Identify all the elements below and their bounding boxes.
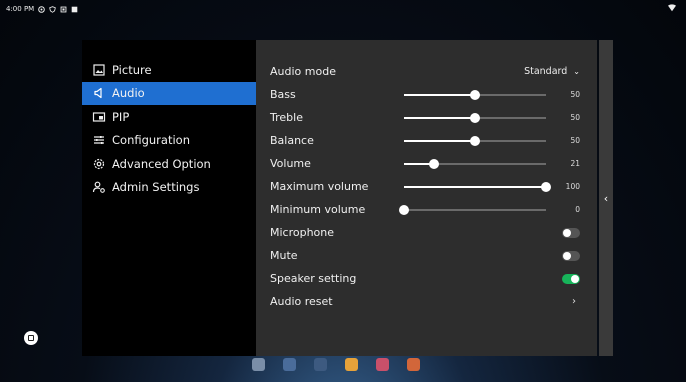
treble-slider[interactable] — [404, 112, 546, 123]
volume-value: 21 — [570, 159, 580, 168]
maximum-volume-label: Maximum volume — [270, 180, 369, 193]
chevron-down-icon: ⌄ — [573, 67, 580, 76]
apps-icon[interactable] — [376, 357, 389, 371]
slider-knob[interactable] — [470, 135, 480, 146]
slider-knob[interactable] — [399, 204, 409, 215]
volume-label: Volume — [270, 157, 311, 170]
mute-label: Mute — [270, 249, 298, 262]
minimum-volume-label: Minimum volume — [270, 203, 366, 216]
chevron-right-icon: › — [572, 296, 576, 307]
minimum-volume-row: Minimum volume 0 — [270, 198, 580, 221]
settings-app-icon[interactable] — [314, 357, 327, 371]
files-app-icon[interactable] — [283, 357, 296, 371]
wifi-icon — [668, 4, 676, 12]
status-time: 4:00 PM — [6, 5, 35, 13]
treble-label: Treble — [270, 111, 303, 124]
status-bar: 4:00 PM — [0, 0, 686, 18]
settings-panel: Picture Audio PIP Configuration Advanced… — [82, 40, 613, 356]
maximum-volume-row: Maximum volume 100 — [270, 175, 580, 198]
audio-mode-value: Standard — [524, 66, 568, 77]
treble-value: 50 — [570, 113, 580, 122]
menu-item-advanced-option[interactable]: Advanced Option — [82, 152, 256, 176]
whiteboard-app-icon[interactable] — [252, 357, 265, 371]
mute-row: Mute — [270, 244, 580, 267]
bass-value: 50 — [570, 90, 580, 99]
balance-row: Balance 50 — [270, 129, 580, 152]
picture-icon — [92, 63, 106, 77]
minimum-volume-slider[interactable] — [399, 204, 546, 215]
menu-item-label: Picture — [112, 62, 152, 77]
notification-status-icon — [60, 6, 67, 12]
menu-item-pip[interactable]: PIP — [82, 105, 256, 129]
audio-settings: Audio mode Standard ⌄ Bass 50 Treble 50 … — [256, 40, 597, 356]
bass-label: Bass — [270, 88, 296, 101]
audio-reset-label: Audio reset — [270, 295, 333, 308]
slider-knob[interactable] — [470, 112, 480, 123]
treble-row: Treble 50 — [270, 106, 580, 129]
menu-item-label: Audio — [112, 86, 145, 101]
menu-item-admin-settings[interactable]: Admin Settings — [82, 176, 256, 200]
audio-mode-row[interactable]: Audio mode Standard ⌄ — [270, 60, 580, 83]
chevron-left-icon: ‹ — [603, 191, 609, 205]
microphone-row: Microphone — [270, 221, 580, 244]
audio-mode-dropdown[interactable]: Standard ⌄ — [524, 66, 580, 77]
menu-item-audio[interactable]: Audio — [82, 81, 256, 105]
volume-slider[interactable] — [404, 158, 546, 169]
menu-item-label: Admin Settings — [112, 180, 200, 195]
menu-item-label: Advanced Option — [112, 156, 211, 171]
balance-label: Balance — [270, 134, 314, 147]
microphone-label: Microphone — [270, 226, 335, 239]
collapse-panel-button[interactable]: ‹ — [599, 40, 613, 356]
admin-icon — [92, 180, 106, 194]
square-status-icon — [71, 6, 78, 12]
bass-row: Bass 50 — [270, 83, 580, 106]
settings-status-icon — [38, 5, 46, 13]
speaker-setting-row: Speaker setting — [270, 267, 580, 290]
floating-menu-button[interactable] — [24, 331, 38, 345]
menu-item-picture[interactable]: Picture — [82, 58, 256, 82]
maximum-volume-value: 100 — [565, 182, 580, 191]
microphone-toggle[interactable] — [562, 227, 580, 238]
pip-icon — [92, 110, 106, 124]
menu-item-label: PIP — [112, 109, 130, 124]
slider-knob[interactable] — [470, 89, 480, 100]
slider-knob[interactable] — [428, 158, 439, 169]
gear-icon — [92, 157, 106, 171]
speaker-setting-label: Speaker setting — [270, 272, 357, 285]
mute-toggle[interactable] — [562, 250, 580, 261]
browser-icon[interactable] — [407, 357, 420, 371]
app-dock — [252, 355, 420, 373]
minimum-volume-value: 0 — [575, 205, 580, 214]
menu-item-label: Configuration — [112, 133, 190, 148]
audio-mode-label: Audio mode — [270, 65, 336, 78]
speaker-icon — [92, 86, 106, 100]
audio-reset-row[interactable]: Audio reset › — [270, 290, 580, 313]
square-icon — [28, 335, 34, 341]
shield-status-icon — [49, 5, 57, 13]
maximum-volume-slider[interactable] — [404, 181, 551, 192]
configuration-icon — [92, 133, 106, 147]
settings-menu: Picture Audio PIP Configuration Advanced… — [82, 40, 256, 356]
play-store-icon[interactable] — [345, 357, 358, 371]
balance-slider[interactable] — [404, 135, 546, 146]
volume-row: Volume 21 — [270, 152, 580, 175]
balance-value: 50 — [570, 136, 580, 145]
speaker-setting-toggle[interactable] — [562, 273, 580, 284]
bass-slider[interactable] — [404, 89, 546, 100]
menu-item-configuration[interactable]: Configuration — [82, 129, 256, 153]
